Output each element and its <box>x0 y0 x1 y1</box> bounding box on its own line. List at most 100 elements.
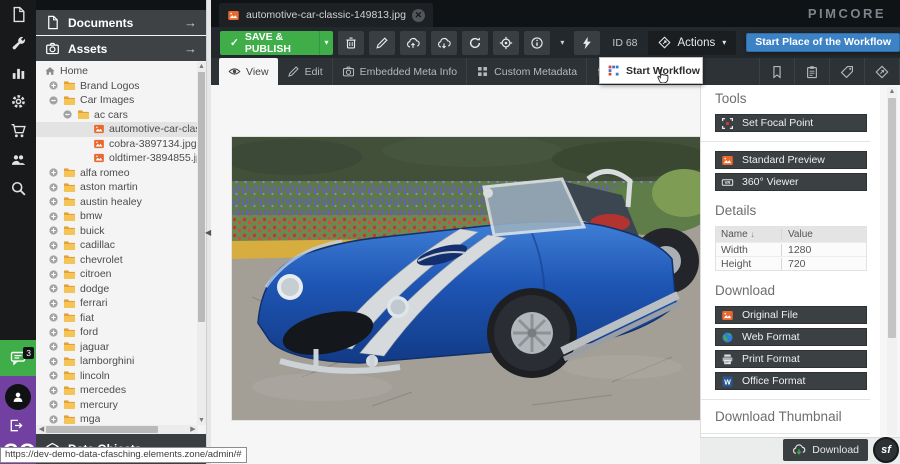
rail-ecommerce-button[interactable] <box>0 116 36 145</box>
rail-search-button[interactable] <box>0 174 36 203</box>
expand-plus-icon[interactable] <box>48 225 59 236</box>
tree-item-home[interactable]: Home <box>36 64 198 79</box>
rail-settings-button[interactable] <box>0 87 36 116</box>
save-publish-button[interactable]: ✓ SAVE & PUBLISH ▾ <box>220 31 333 55</box>
panel-splitter[interactable]: ◀ <box>207 0 211 464</box>
open-document-tab[interactable]: automotive-car-classic-149813.jpg ✕ <box>219 3 433 27</box>
expand-plus-icon[interactable] <box>48 182 59 193</box>
lightning-button[interactable] <box>574 31 600 55</box>
expand-plus-icon[interactable] <box>48 254 59 265</box>
tree-item-ford[interactable]: ford <box>36 325 198 340</box>
tree-item-cobra-3897134-jpg[interactable]: cobra-3897134.jpg <box>36 137 198 152</box>
tree-item-ac-cars[interactable]: ac cars <box>36 108 198 123</box>
expand-minus-icon[interactable] <box>62 109 73 120</box>
scroll-left-icon[interactable]: ◀ <box>37 426 46 433</box>
tab-edit[interactable]: Edit <box>278 58 333 85</box>
set-focal-point-button[interactable]: Set Focal Point <box>715 114 867 132</box>
expand-plus-icon[interactable] <box>48 356 59 367</box>
rail-reports-button[interactable] <box>0 58 36 87</box>
standard-preview-button[interactable]: Standard Preview <box>715 151 867 169</box>
caret-down-icon[interactable]: ▾ <box>555 31 569 55</box>
actions-button[interactable]: Actions ▾ <box>648 31 737 55</box>
download-button[interactable]: Download <box>783 439 868 461</box>
scrollbar-thumb[interactable] <box>888 98 896 338</box>
trash-button[interactable] <box>338 31 364 55</box>
expand-plus-icon[interactable] <box>48 269 59 280</box>
scrollbar-thumb[interactable] <box>198 72 205 322</box>
tab-clipboard[interactable] <box>795 58 830 85</box>
info-button[interactable] <box>524 31 550 55</box>
collapse-panel-icon[interactable]: ◀ <box>205 228 211 237</box>
tree-item-oldtimer-3894855-jpg[interactable]: oldtimer-3894855.jpg <box>36 151 198 166</box>
documents-panel-header[interactable]: Documents → <box>36 10 206 35</box>
chat-button[interactable]: 3 <box>0 340 36 376</box>
expand-plus-icon[interactable] <box>48 240 59 251</box>
tree-item-austin-healey[interactable]: austin healey <box>36 195 198 210</box>
tree-item-buick[interactable]: buick <box>36 224 198 239</box>
scroll-up-icon[interactable]: ▲ <box>887 88 897 95</box>
tree-item-brand-logos[interactable]: Brand Logos <box>36 79 198 94</box>
scroll-right-icon[interactable]: ▶ <box>189 426 197 433</box>
expand-plus-icon[interactable] <box>48 414 59 425</box>
360-viewer-button[interactable]: VR360° Viewer <box>715 173 867 191</box>
scroll-down-icon[interactable]: ▼ <box>197 417 206 424</box>
expand-plus-icon[interactable] <box>48 312 59 323</box>
tree-item-lincoln[interactable]: lincoln <box>36 369 198 384</box>
tree-item-citroen[interactable]: citroen <box>36 267 198 282</box>
expand-plus-icon[interactable] <box>48 385 59 396</box>
tree-item-fiat[interactable]: fiat <box>36 311 198 326</box>
tab-embedded-meta-info[interactable]: Embedded Meta Info <box>333 58 467 85</box>
close-tab-icon[interactable]: ✕ <box>412 9 425 22</box>
tab-custom-metadata[interactable]: Custom Metadata <box>467 58 587 85</box>
tree-vertical-scrollbar[interactable]: ▲ ▼ <box>197 62 206 425</box>
expand-plus-icon[interactable] <box>48 327 59 338</box>
tree-item-mercedes[interactable]: mercedes <box>36 383 198 398</box>
original-file-button[interactable]: Original File <box>715 306 867 324</box>
expand-minus-icon[interactable] <box>48 95 59 106</box>
assets-panel-header[interactable]: Assets → <box>36 36 206 61</box>
refresh-button[interactable] <box>462 31 488 55</box>
expand-plus-icon[interactable] <box>48 283 59 294</box>
tree-item-jaguar[interactable]: jaguar <box>36 340 198 355</box>
rail-customers-button[interactable] <box>0 145 36 174</box>
tree-item-alfa-romeo[interactable]: alfa romeo <box>36 166 198 181</box>
rail-document-button[interactable] <box>0 0 36 29</box>
tree-item-mercury[interactable]: mercury <box>36 398 198 413</box>
expand-plus-icon[interactable] <box>48 80 59 91</box>
expand-plus-icon[interactable] <box>48 196 59 207</box>
tree-item-car-images[interactable]: Car Images <box>36 93 198 108</box>
web-format-button[interactable]: Web Format <box>715 328 867 346</box>
rail-tools-button[interactable] <box>0 29 36 58</box>
expand-plus-icon[interactable] <box>48 167 59 178</box>
save-options-caret[interactable]: ▾ <box>319 31 334 55</box>
tree-item-dodge[interactable]: dodge <box>36 282 198 297</box>
cloud-download-button[interactable] <box>431 31 457 55</box>
expand-plus-icon[interactable] <box>48 298 59 309</box>
print-format-button[interactable]: Print Format <box>715 350 867 368</box>
tab-bookmark[interactable] <box>760 58 795 85</box>
tree-item-chevrolet[interactable]: chevrolet <box>36 253 198 268</box>
cloud-upload-button[interactable] <box>400 31 426 55</box>
scroll-up-icon[interactable]: ▲ <box>197 63 206 70</box>
tree-item-lamborghini[interactable]: lamborghini <box>36 354 198 369</box>
tab-view[interactable]: View <box>219 58 278 85</box>
expand-plus-icon[interactable] <box>48 341 59 352</box>
tree-item-mga[interactable]: mga <box>36 412 198 425</box>
expand-plus-icon[interactable] <box>48 211 59 222</box>
symfony-profiler-badge[interactable]: sf <box>873 437 899 463</box>
pencil-button[interactable] <box>369 31 395 55</box>
expand-plus-icon[interactable] <box>48 370 59 381</box>
logout-button[interactable] <box>8 418 28 438</box>
tree-horizontal-scrollbar[interactable]: ◀ ▶ <box>36 425 198 434</box>
expand-plus-icon[interactable] <box>48 399 59 410</box>
start-workflow-menu-item[interactable]: Start Workflow <box>599 57 703 84</box>
tree-item-aston-martin[interactable]: aston martin <box>36 180 198 195</box>
scrollbar-thumb[interactable] <box>46 426 158 433</box>
tree-item-cadillac[interactable]: cadillac <box>36 238 198 253</box>
focal-point-button[interactable] <box>493 31 519 55</box>
tree-item-bmw[interactable]: bmw <box>36 209 198 224</box>
tab-tag[interactable] <box>830 58 865 85</box>
office-format-button[interactable]: WOffice Format <box>715 372 867 390</box>
details-table-header[interactable]: Name ↓ Value <box>716 227 866 242</box>
tree-item-automotive-car-classic-14[interactable]: automotive-car-classic-14 <box>36 122 198 137</box>
